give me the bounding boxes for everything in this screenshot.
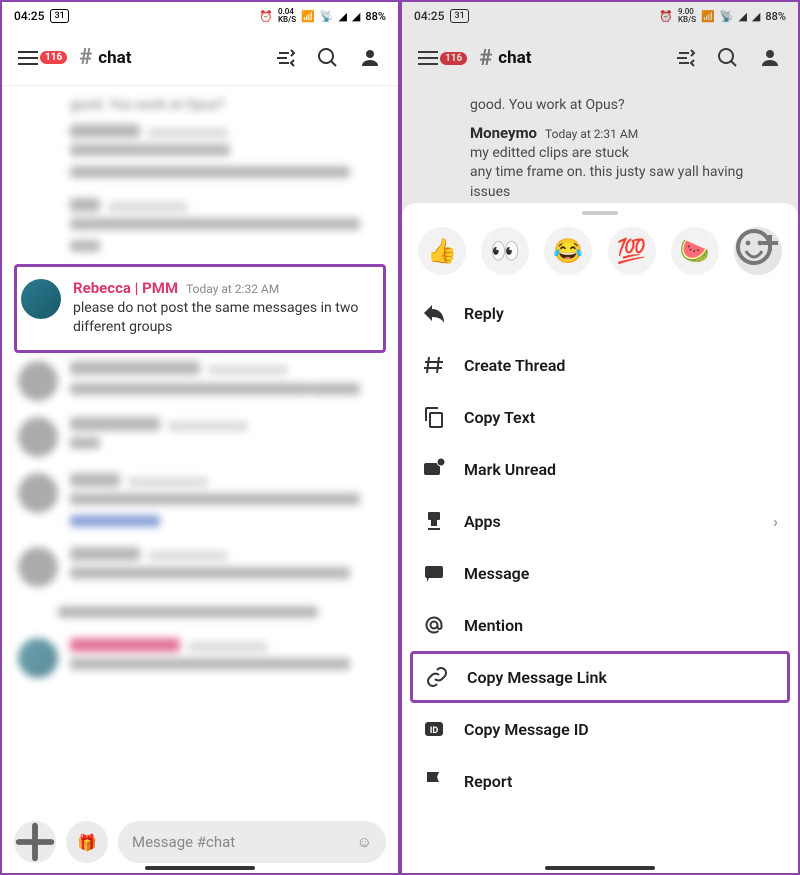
menu-mark-unread[interactable]: Mark Unread	[402, 443, 798, 495]
message-list[interactable]: good. You work at Opus? Rebecca | PMMTod…	[2, 86, 398, 694]
search-icon[interactable]	[316, 46, 340, 70]
nav-handle	[545, 866, 655, 870]
thread-icon	[422, 353, 446, 377]
reaction-joy[interactable]: 😂	[544, 227, 592, 275]
threads-icon[interactable]	[274, 46, 298, 70]
channel-header: 116 # chat	[402, 30, 798, 86]
menu-apps[interactable]: Apps›	[402, 495, 798, 547]
battery-text: 88%	[765, 10, 786, 23]
status-time: 04:25	[414, 9, 444, 23]
signal3-icon: ◢	[752, 10, 760, 23]
channel-title[interactable]: # chat	[79, 45, 131, 70]
status-date: 31	[50, 9, 68, 23]
message-icon	[422, 561, 446, 585]
wifi-icon: 📶	[701, 10, 715, 23]
sheet-handle[interactable]	[582, 211, 618, 215]
message-timestamp: Today at 2:32 AM	[186, 282, 279, 296]
alarm-icon: ⏰	[659, 10, 673, 23]
menu-create-thread[interactable]: Create Thread	[402, 339, 798, 391]
signal2-icon: ◢	[338, 10, 346, 23]
reaction-add[interactable]	[734, 227, 782, 275]
mention-icon	[422, 613, 446, 637]
alarm-icon: ⏰	[259, 10, 273, 23]
flag-icon	[422, 769, 446, 793]
status-date: 31	[450, 9, 468, 23]
menu-copy-message-link[interactable]: Copy Message Link	[410, 651, 790, 703]
channel-title[interactable]: # chat	[479, 46, 531, 71]
chevron-right-icon: ›	[773, 512, 778, 531]
unread-badge: 116	[40, 51, 67, 64]
battery-text: 88%	[365, 10, 386, 23]
link-icon	[425, 665, 449, 689]
apps-icon	[422, 509, 446, 533]
quick-reactions: 👍 👀 😂 💯 🍉	[402, 219, 798, 287]
message-input[interactable]: Message #chat ☺	[118, 821, 386, 863]
right-panel: 04:25 31 ⏰ 9.00KB/S 📶 📡 ◢ ◢ 88% 116 # ch…	[402, 2, 798, 873]
reaction-eyes[interactable]: 👀	[481, 227, 529, 275]
members-icon[interactable]	[358, 46, 382, 70]
highlighted-message[interactable]: Rebecca | PMM Today at 2:32 AM please do …	[14, 264, 386, 353]
status-bar: 04:25 31 ⏰ 9.00KB/S 📶 📡 ◢ ◢ 88%	[402, 2, 798, 30]
unread-badge: 116	[440, 52, 467, 65]
reaction-100[interactable]: 💯	[608, 227, 656, 275]
status-bar: 04:25 31 ⏰ 0.04KB/S 📶 📡 ◢ ◢ 88%	[2, 2, 398, 30]
message-composer: 🎁 Message #chat ☺	[14, 821, 386, 863]
emoji-picker-icon[interactable]: ☺	[357, 833, 372, 851]
hash-icon: #	[479, 46, 492, 71]
signal-icon: 📡	[320, 10, 334, 23]
signal2-icon: ◢	[738, 10, 746, 23]
avatar[interactable]	[21, 279, 61, 319]
menu-button[interactable]: 116	[18, 51, 67, 65]
message-timestamp: Today at 2:31 AM	[545, 127, 638, 141]
svg-text:ID: ID	[430, 726, 439, 736]
menu-copy-text[interactable]: Copy Text	[402, 391, 798, 443]
context-menu-sheet: 👍 👀 😂 💯 🍉 Reply Create Thread Copy Text …	[402, 203, 798, 873]
menu-mention[interactable]: Mention	[402, 599, 798, 651]
copy-icon	[422, 405, 446, 429]
menu-copy-message-id[interactable]: IDCopy Message ID	[402, 703, 798, 755]
signal-icon: 📡	[720, 10, 734, 23]
hash-icon: #	[79, 45, 92, 70]
reaction-thumbsup[interactable]: 👍	[418, 227, 466, 275]
unread-icon	[422, 457, 446, 481]
reply-icon	[422, 301, 446, 325]
members-icon[interactable]	[758, 46, 782, 70]
menu-message[interactable]: Message	[402, 547, 798, 599]
reaction-watermelon[interactable]: 🍉	[671, 227, 719, 275]
left-panel: 04:25 31 ⏰ 0.04KB/S 📶 📡 ◢ ◢ 88% 116 # ch…	[2, 2, 398, 873]
search-icon[interactable]	[716, 46, 740, 70]
message-author[interactable]: Moneymo	[470, 124, 537, 142]
id-icon: ID	[422, 717, 446, 741]
context-menu: Reply Create Thread Copy Text Mark Unrea…	[402, 287, 798, 873]
message-author[interactable]: Rebecca | PMM	[73, 279, 178, 297]
menu-button[interactable]: 116	[418, 51, 467, 65]
menu-report[interactable]: Report	[402, 755, 798, 807]
attach-button[interactable]	[14, 821, 56, 863]
threads-icon[interactable]	[674, 46, 698, 70]
menu-reply[interactable]: Reply	[402, 287, 798, 339]
message-text: please do not post the same messages in …	[73, 299, 379, 338]
nav-handle	[145, 866, 255, 870]
gift-button[interactable]: 🎁	[66, 821, 108, 863]
wifi-icon: 📶	[301, 10, 315, 23]
channel-header: 116 # chat	[2, 30, 398, 86]
signal3-icon: ◢	[352, 10, 360, 23]
status-time: 04:25	[14, 9, 44, 23]
